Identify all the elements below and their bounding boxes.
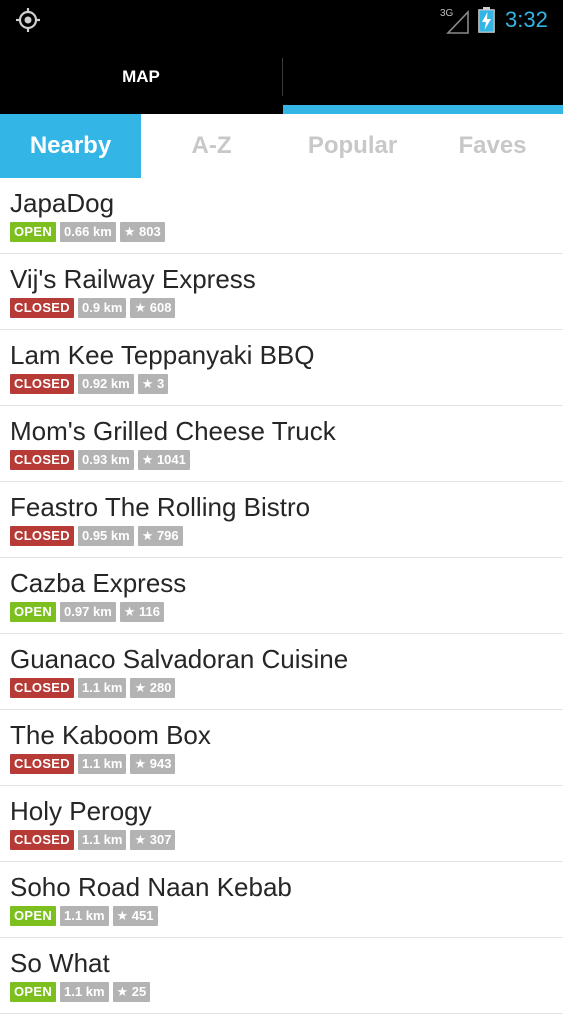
list-item[interactable]: JapaDog OPEN 0.66 km ★ 803 — [0, 178, 563, 254]
vendor-name: The Kaboom Box — [10, 720, 211, 750]
status-badge: OPEN — [10, 982, 57, 1002]
list-item[interactable]: Lam Kee Teppanyaki BBQ CLOSED 0.92 km ★ … — [0, 330, 563, 406]
tab-a-z[interactable]: A-Z — [141, 114, 282, 178]
sort-tab-bar: Nearby A-Z Popular Faves — [0, 114, 563, 178]
list-item[interactable]: Vij's Railway Express CLOSED 0.9 km ★ 60… — [0, 254, 563, 330]
vendor-name: Feastro The Rolling Bistro — [10, 492, 311, 522]
status-bar: 3G 3:32 — [0, 0, 563, 40]
vendor-name: Holy Perogy — [10, 796, 152, 826]
rating-badge: ★ 451 — [112, 906, 158, 926]
network-type-label: 3G — [440, 8, 454, 19]
status-badge: CLOSED — [10, 526, 74, 546]
list-item[interactable]: Holy Perogy CLOSED 1.1 km ★ 307 — [0, 786, 563, 862]
tab-map[interactable]: MAP — [0, 40, 282, 114]
distance-badge: 0.9 km — [77, 298, 127, 318]
rating-badge: ★ 280 — [130, 678, 176, 698]
tab-nearby[interactable]: Nearby — [0, 114, 141, 178]
list-item[interactable]: Guanaco Salvadoran Cuisine CLOSED 1.1 km… — [0, 634, 563, 710]
main-tab-bar: MAP LIST — [0, 40, 563, 264]
status-badge: CLOSED — [10, 298, 74, 318]
status-badge: CLOSED — [10, 754, 74, 774]
distance-badge: 1.1 km — [60, 982, 109, 1002]
status-badge: CLOSED — [10, 830, 74, 850]
rating-badge: ★ 307 — [130, 830, 176, 850]
rating-badge: ★ 25 — [112, 982, 151, 1002]
vendor-name: Cazba Express — [10, 568, 187, 598]
clock: 3:32 — [505, 7, 548, 32]
distance-badge: 0.93 km — [77, 450, 134, 470]
rating-badge: ★ 943 — [130, 754, 176, 774]
list-item[interactable]: Mom's Grilled Cheese Truck CLOSED 0.93 k… — [0, 406, 563, 482]
distance-badge: 0.92 km — [77, 374, 134, 394]
tab-divider — [282, 58, 283, 96]
distance-badge: 0.97 km — [60, 602, 116, 622]
vendor-name: Guanaco Salvadoran Cuisine — [10, 644, 349, 674]
list-item[interactable]: Cazba Express OPEN 0.97 km ★ 116 — [0, 558, 563, 634]
vendor-name: Soho Road Naan Kebab — [10, 872, 292, 902]
distance-badge: 1.1 km — [60, 906, 109, 926]
distance-badge: 1.1 km — [77, 754, 127, 774]
rating-badge: ★ 803 — [119, 222, 165, 242]
rating-badge: ★ 1041 — [137, 450, 190, 470]
status-badge: OPEN — [10, 906, 57, 926]
status-badge: OPEN — [10, 602, 57, 622]
tab-popular[interactable]: Popular — [282, 114, 423, 178]
battery-charging-icon — [478, 7, 495, 33]
distance-badge: 1.1 km — [77, 678, 127, 698]
status-badge: CLOSED — [10, 450, 74, 470]
selected-tab-indicator — [283, 105, 563, 114]
distance-badge: 0.95 km — [77, 526, 134, 546]
list-item[interactable]: The Kaboom Box CLOSED 1.1 km ★ 943 — [0, 710, 563, 786]
status-badge: CLOSED — [10, 374, 74, 394]
list-item[interactable]: Feastro The Rolling Bistro CLOSED 0.95 k… — [0, 482, 563, 558]
vendor-name: Lam Kee Teppanyaki BBQ — [10, 340, 315, 370]
list-item[interactable]: Soho Road Naan Kebab OPEN 1.1 km ★ 451 — [0, 862, 563, 938]
gps-icon — [16, 8, 40, 32]
tab-faves[interactable]: Faves — [422, 114, 563, 178]
distance-badge: 1.1 km — [77, 830, 127, 850]
vendor-name: So What — [10, 948, 110, 978]
vendor-name: JapaDog — [10, 188, 115, 218]
vendor-name: Mom's Grilled Cheese Truck — [10, 416, 336, 446]
rating-badge: ★ 608 — [130, 298, 176, 318]
distance-badge: 0.66 km — [60, 222, 116, 242]
status-badge: CLOSED — [10, 678, 74, 698]
rating-badge: ★ 116 — [119, 602, 164, 622]
rating-badge: ★ 796 — [137, 526, 183, 546]
vendor-name: Vij's Railway Express — [10, 264, 256, 294]
list-item[interactable]: So What OPEN 1.1 km ★ 25 — [0, 938, 563, 1014]
signal-icon: 3G — [440, 8, 469, 34]
vendor-list: JapaDog OPEN 0.66 km ★ 803 Vij's Railway… — [0, 178, 563, 1014]
status-badge: OPEN — [10, 222, 57, 242]
rating-badge: ★ 3 — [137, 374, 169, 394]
